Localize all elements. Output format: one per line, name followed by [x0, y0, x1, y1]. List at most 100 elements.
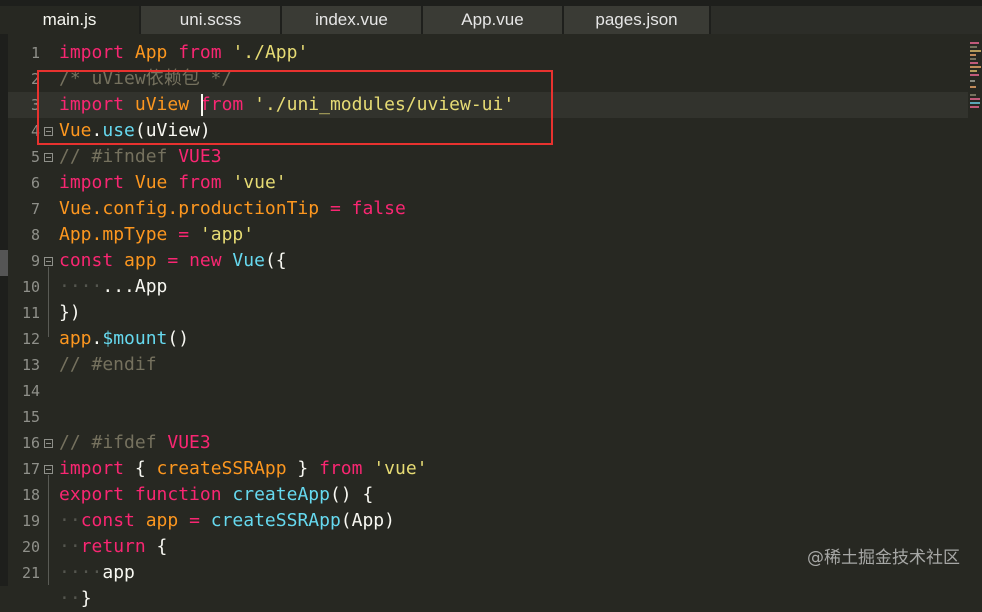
tab-label: index.vue	[315, 10, 388, 29]
fold-toggle-icon[interactable]	[44, 439, 53, 448]
function-name: $mount	[102, 328, 168, 349]
tab-bar: main.js uni.scss index.vue App.vue pages…	[0, 0, 982, 34]
function-name: createApp	[232, 484, 330, 505]
punctuation: .	[91, 224, 103, 245]
fold-guide-line	[48, 475, 49, 585]
tab-uni-scss[interactable]: uni.scss	[141, 6, 281, 34]
tab-index-vue[interactable]: index.vue	[282, 6, 422, 34]
operator: =	[319, 198, 352, 219]
keyword: new	[189, 250, 222, 271]
line-number: 20	[21, 538, 40, 556]
line-number: 3	[30, 96, 40, 114]
tab-label: uni.scss	[179, 10, 242, 29]
scroll-marker[interactable]	[0, 250, 8, 276]
string-literal: './App'	[232, 42, 309, 63]
code-line-9: const app = new Vue({	[59, 248, 287, 274]
code-line-21: ··}	[59, 586, 92, 612]
line-number: 12	[21, 330, 40, 348]
minimap-line	[970, 46, 977, 48]
minimap-line	[970, 66, 981, 68]
minimap-line	[970, 86, 976, 88]
property-path: .config.	[91, 198, 179, 219]
punctuation: })	[59, 302, 81, 323]
punctuation: ({	[264, 250, 287, 271]
function-name: createSSRApp	[210, 510, 341, 531]
keyword: import	[59, 42, 125, 63]
minimap[interactable]	[968, 40, 982, 120]
identifier: app	[145, 510, 179, 531]
line-number: 14	[21, 382, 40, 400]
highlight-annotation-box	[37, 70, 553, 145]
tab-pages-json[interactable]: pages.json	[564, 6, 710, 34]
keyword: import	[59, 172, 125, 193]
directive-flag: VUE3	[178, 146, 222, 167]
spread-expression: ...App	[102, 276, 168, 297]
whitespace-dots: ··	[59, 536, 81, 557]
line-number: 21	[21, 564, 40, 582]
punctuation: }	[80, 588, 92, 609]
whitespace-dots: ····	[59, 276, 103, 297]
watermark: @稀土掘金技术社区	[807, 548, 960, 568]
string-literal: 'vue'	[373, 458, 428, 479]
keyword: const	[59, 250, 114, 271]
minimap-line	[970, 50, 981, 52]
line-number: 2	[30, 70, 40, 88]
tab-app-vue[interactable]: App.vue	[423, 6, 563, 34]
tab-label: main.js	[42, 10, 97, 29]
whitespace-dots: ··	[59, 510, 81, 531]
comment: // #endif	[59, 354, 157, 375]
fold-toggle-icon[interactable]	[44, 465, 53, 474]
tab-main-js[interactable]: main.js	[0, 6, 140, 34]
punctuation: }	[286, 458, 320, 479]
minimap-line	[970, 98, 980, 100]
identifier: Vue	[59, 198, 92, 219]
fold-toggle-icon[interactable]	[44, 257, 53, 266]
identifier: app	[59, 328, 92, 349]
minimap-line	[970, 74, 979, 76]
minimap-line	[970, 80, 975, 82]
punctuation: () {	[329, 484, 374, 505]
code-line-17: export function createApp() {	[59, 482, 373, 508]
line-number: 1	[30, 44, 40, 62]
property: productionTip	[178, 198, 320, 219]
line-number: 8	[30, 226, 40, 244]
code-line-1: import App from './App'	[59, 40, 308, 66]
minimap-line	[970, 106, 979, 108]
keyword: from	[178, 172, 222, 193]
operator: =	[178, 510, 211, 531]
line-number: 18	[21, 486, 40, 504]
identifier: App	[59, 224, 92, 245]
code-line-20: ····app	[59, 560, 135, 586]
tab-label: pages.json	[595, 10, 678, 29]
keyword: import	[59, 458, 125, 479]
comment: // #ifndef	[59, 146, 179, 167]
comment: // #ifdef	[59, 432, 168, 453]
code-line-19: ··return {	[59, 534, 167, 560]
identifier: app	[124, 250, 157, 271]
minimap-line	[970, 58, 976, 60]
code-line-11: })	[59, 300, 81, 326]
operator: =	[156, 250, 190, 271]
minimap-line	[970, 54, 976, 56]
identifier: App	[134, 42, 168, 63]
line-number: 7	[30, 200, 40, 218]
line-number: 4	[30, 122, 40, 140]
line-number: 11	[21, 304, 40, 322]
identifier: createSSRApp	[156, 458, 287, 479]
code-line-6: import Vue from 'vue'	[59, 170, 287, 196]
keyword: from	[319, 458, 363, 479]
minimap-line	[970, 94, 976, 96]
line-number: 6	[30, 174, 40, 192]
function-name: Vue	[232, 250, 265, 271]
code-line-18: ··const app = createSSRApp(App)	[59, 508, 395, 534]
punctuation: {	[124, 458, 157, 479]
fold-guide-line	[48, 267, 49, 337]
tab-bar-empty-area	[711, 6, 982, 34]
punctuation: ()	[167, 328, 190, 349]
keyword: function	[134, 484, 222, 505]
line-number: 15	[21, 408, 40, 426]
fold-toggle-icon[interactable]	[44, 153, 53, 162]
minimap-line	[970, 102, 980, 104]
identifier: app	[102, 562, 135, 583]
string-literal: 'app'	[199, 224, 255, 245]
